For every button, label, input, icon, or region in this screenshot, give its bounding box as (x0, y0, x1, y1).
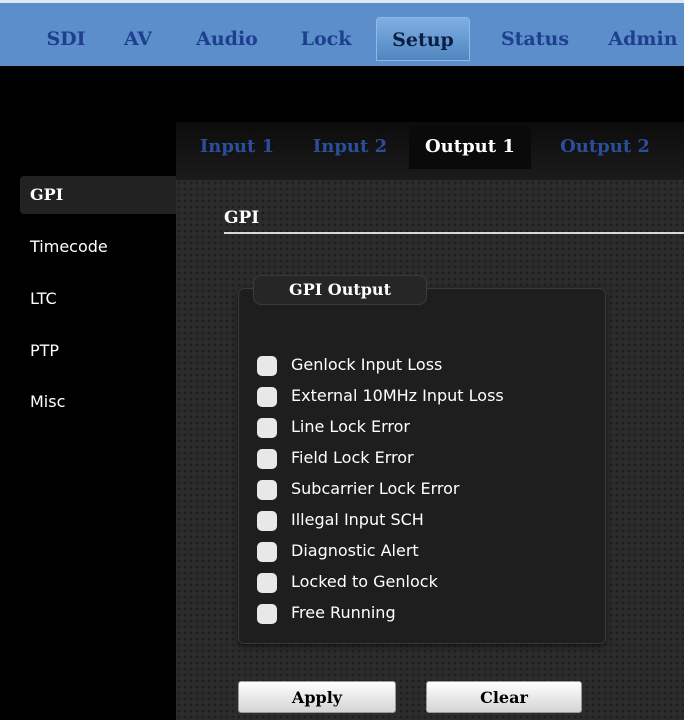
option-label: Line Lock Error (291, 417, 410, 436)
tab-status[interactable]: Status (492, 17, 578, 61)
option-label: Locked to Genlock (291, 572, 438, 591)
option-label: Genlock Input Loss (291, 355, 443, 374)
tab-sdi[interactable]: SDI (40, 17, 92, 61)
sidebar-item-gpi[interactable]: GPI (20, 176, 178, 214)
checkbox[interactable] (257, 573, 277, 593)
tab-av[interactable]: AV (118, 17, 158, 61)
sidebar-item-ptp[interactable]: PTP (20, 332, 59, 370)
sidebar-item-ltc[interactable]: LTC (20, 280, 57, 318)
main-panel: GPI GPI Output Genlock Input Loss Extern… (176, 180, 684, 720)
tab-audio[interactable]: Audio (188, 17, 266, 61)
checkbox[interactable] (257, 449, 277, 469)
option-label: External 10MHz Input Loss (291, 386, 504, 405)
sidebar-item-timecode[interactable]: Timecode (20, 228, 108, 266)
top-navigation: SDI AV Audio Lock Setup Status Admin (0, 0, 684, 66)
sidebar-item-misc[interactable]: Misc (20, 383, 65, 421)
section-divider (224, 232, 684, 234)
option-label: Diagnostic Alert (291, 541, 419, 560)
subtab-input-2[interactable]: Input 2 (300, 125, 400, 169)
group-title: GPI Output (253, 275, 427, 305)
checkbox[interactable] (257, 387, 277, 407)
output-subtabs: Input 1 Input 2 Output 1 Output 2 (176, 122, 684, 180)
checkbox[interactable] (257, 356, 277, 376)
subtab-output-1[interactable]: Output 1 (409, 125, 531, 169)
option-label: Field Lock Error (291, 448, 414, 467)
checkbox[interactable] (257, 511, 277, 531)
subtab-input-1[interactable]: Input 1 (182, 125, 292, 169)
option-label: Subcarrier Lock Error (291, 479, 460, 498)
tab-setup[interactable]: Setup (376, 17, 470, 61)
checkbox[interactable] (257, 542, 277, 562)
checkbox[interactable] (257, 418, 277, 438)
option-label: Free Running (291, 603, 396, 622)
tab-lock[interactable]: Lock (292, 17, 360, 61)
clear-button[interactable]: Clear (426, 681, 582, 713)
apply-button[interactable]: Apply (238, 681, 396, 713)
gpi-output-group: GPI Output Genlock Input Loss External 1… (238, 275, 606, 644)
checkbox[interactable] (257, 604, 277, 624)
subtab-output-2[interactable]: Output 2 (550, 125, 660, 169)
checkbox[interactable] (257, 480, 277, 500)
section-title: GPI (224, 208, 260, 228)
option-label: Illegal Input SCH (291, 510, 424, 529)
tab-admin[interactable]: Admin (602, 17, 684, 61)
